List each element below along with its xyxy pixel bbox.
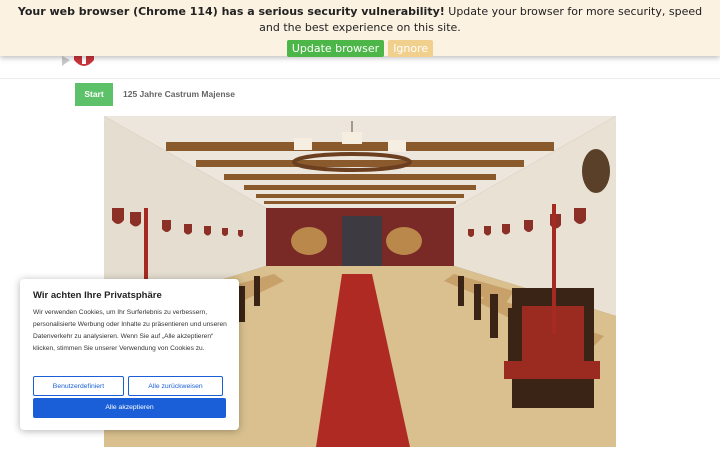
update-browser-button[interactable]: Update browser — [286, 40, 385, 57]
breadcrumb-current-page: 125 Jahre Castrum Majense — [123, 89, 235, 99]
banner-actions: Update browser Ignore — [0, 39, 720, 57]
ignore-button[interactable]: Ignore — [388, 40, 434, 57]
accept-all-cookies-button[interactable]: Alle akzeptieren — [33, 398, 226, 418]
banner-message: Your web browser (Chrome 114) has a seri… — [0, 0, 720, 36]
browser-update-banner: Your web browser (Chrome 114) has a seri… — [0, 0, 720, 57]
cookie-dialog-title: Wir achten Ihre Privatsphäre — [33, 290, 162, 301]
breadcrumb-home-link[interactable]: Start — [75, 83, 113, 106]
cookie-consent-dialog: Wir achten Ihre Privatsphäre Wir verwend… — [20, 279, 239, 430]
cookie-dialog-text: Wir verwenden Cookies, um Ihr Surferlebn… — [33, 309, 227, 352]
reject-all-cookies-button[interactable]: Alle zurückweisen — [128, 376, 223, 396]
banner-warning-text: Your web browser (Chrome 114) has a seri… — [17, 5, 445, 18]
customize-cookies-button[interactable]: Benutzerdefiniert — [33, 376, 124, 396]
